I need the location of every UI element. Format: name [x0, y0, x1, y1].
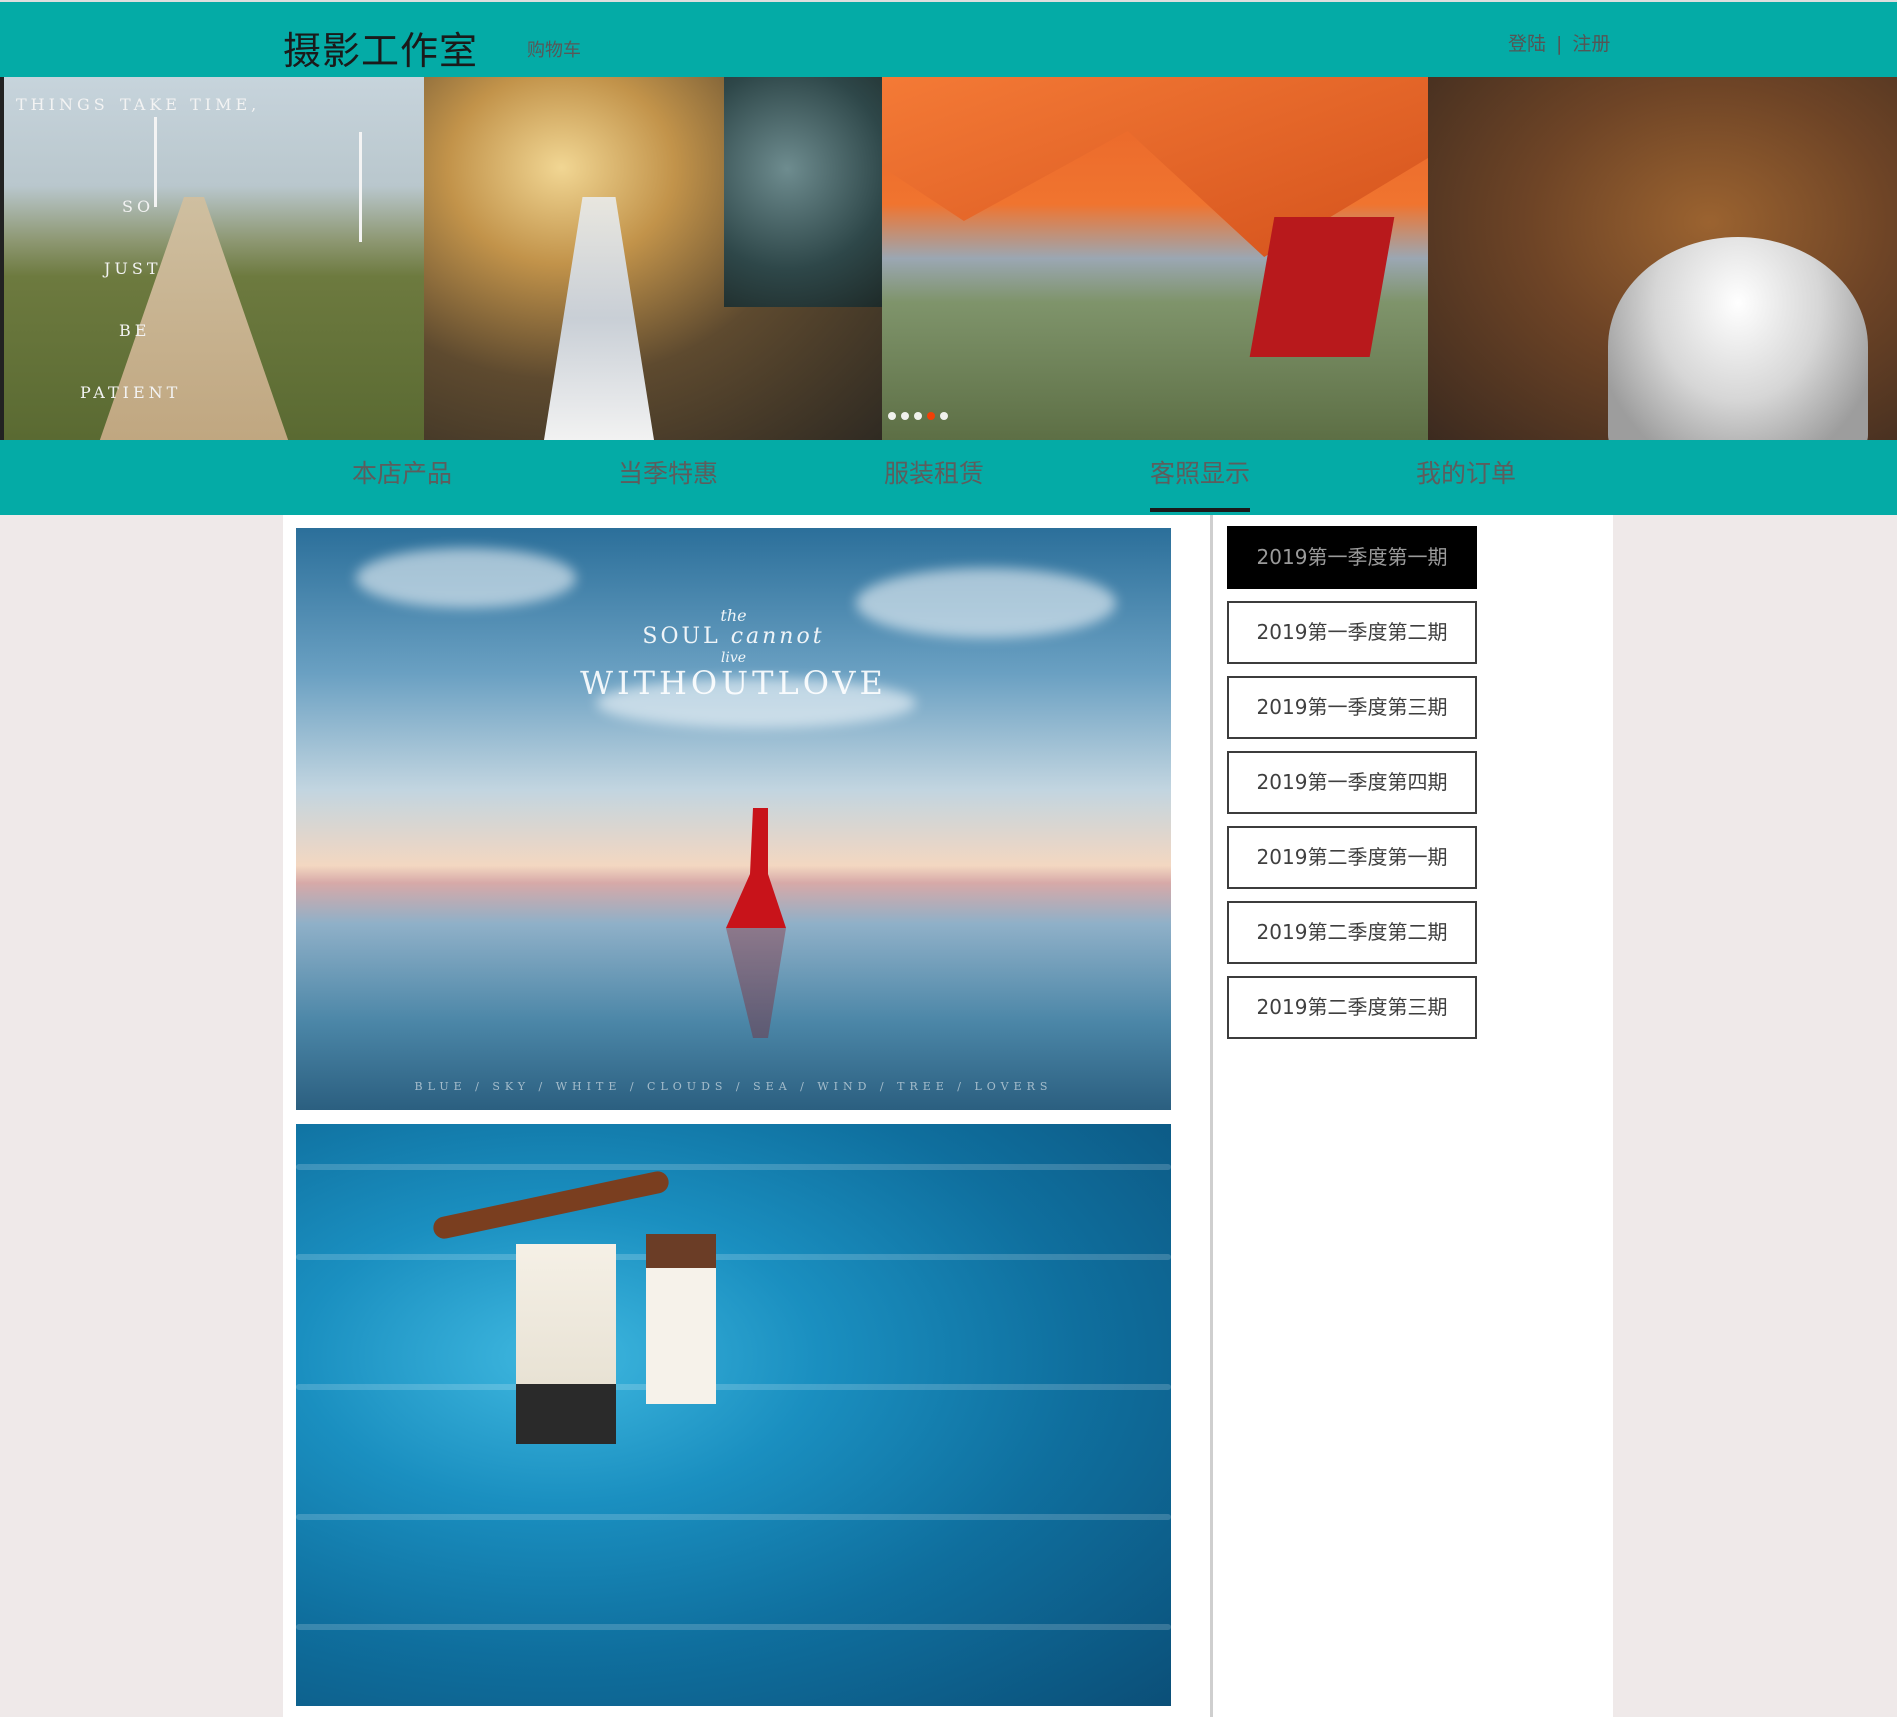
banner-text-line: JUST — [104, 259, 162, 278]
banner-text-line: BE — [119, 321, 151, 340]
gown-shape — [1608, 237, 1868, 440]
banner-slide-white-gown — [1428, 77, 1897, 440]
dress-shape — [544, 197, 654, 440]
cart-link[interactable]: 购物车 — [527, 36, 581, 62]
carousel-dots — [888, 412, 948, 420]
banner-slide-orange-tent — [882, 77, 1428, 440]
photo-caption-soul: SOUL — [642, 624, 721, 649]
wave-shape — [296, 1254, 1171, 1260]
couple-silhouette — [726, 808, 786, 928]
issue-item[interactable]: 2019第一季度第一期 — [1227, 526, 1477, 589]
wave-shape — [296, 1624, 1171, 1630]
wave-shape — [296, 1164, 1171, 1170]
banner-slide-couple-road: THINGS TAKE TIME, SO JUST BE PATIENT — [4, 77, 424, 440]
nav-item-seasonal-deals[interactable]: 当季特惠 — [618, 454, 718, 490]
issue-item[interactable]: 2019第一季度第四期 — [1227, 751, 1477, 814]
issue-item[interactable]: 2019第二季度第三期 — [1227, 976, 1477, 1039]
photo-footer-caption: BLUE / SKY / WHITE / CLOUDS / SEA / WIND… — [414, 1080, 1053, 1093]
banner-text-line: THINGS — [16, 95, 109, 114]
login-link[interactable]: 登陆 — [1508, 33, 1546, 55]
issue-item[interactable]: 2019第二季度第二期 — [1227, 901, 1477, 964]
content-area: the SOUL cannot live WITHOUTLOVE BLUE / … — [283, 515, 1613, 1717]
man-figure — [516, 1244, 616, 1444]
site-header: 摄影工作室 购物车 登陆 | 注册 — [0, 0, 1897, 77]
nav-item-costume-rental[interactable]: 服装租赁 — [884, 454, 984, 490]
carousel-dot[interactable] — [888, 412, 896, 420]
cloud-shape — [356, 548, 576, 608]
issue-item[interactable]: 2019第一季度第二期 — [1227, 601, 1477, 664]
banner-slide-dyed-cloth — [424, 77, 882, 440]
carousel-dot[interactable] — [940, 412, 948, 420]
client-photo-sky-lake[interactable]: the SOUL cannot live WITHOUTLOVE BLUE / … — [296, 528, 1171, 1110]
nav-item-products[interactable]: 本店产品 — [352, 454, 452, 490]
column-divider — [1210, 515, 1213, 1717]
auth-separator: | — [1556, 33, 1563, 55]
carousel-dot[interactable] — [927, 412, 935, 420]
issue-item[interactable]: 2019第二季度第一期 — [1227, 826, 1477, 889]
photo-caption-big: WITHOUTLOVE — [580, 664, 887, 702]
banner-text-line: TAKE TIME, — [120, 95, 261, 114]
wind-turbine — [154, 117, 157, 207]
register-link[interactable]: 注册 — [1572, 33, 1610, 55]
fruit-tray-shape — [431, 1169, 671, 1241]
auth-links: 登陆 | 注册 — [1508, 29, 1610, 56]
carousel-dot[interactable] — [901, 412, 909, 420]
banner-carousel[interactable]: THINGS TAKE TIME, SO JUST BE PATIENT — [0, 77, 1897, 440]
wave-shape — [296, 1384, 1171, 1390]
wind-turbine — [359, 132, 362, 242]
banner-text-line: PATIENT — [80, 383, 182, 402]
road-shape — [94, 197, 294, 440]
banner-text-line: SO — [122, 197, 155, 216]
issue-item[interactable]: 2019第一季度第三期 — [1227, 676, 1477, 739]
client-photo-pool[interactable] — [296, 1124, 1171, 1706]
photo-caption-script: cannot — [730, 624, 825, 649]
nav-item-my-orders[interactable]: 我的订单 — [1416, 454, 1516, 490]
nav-item-client-photos[interactable]: 客照显示 — [1150, 454, 1251, 512]
wave-shape — [296, 1514, 1171, 1520]
dyed-cloth-shape — [724, 77, 882, 307]
photo-caption-mid: SOUL cannot — [296, 624, 1171, 649]
photo-caption-small: the — [720, 606, 747, 625]
site-logo[interactable]: 摄影工作室 — [283, 20, 478, 75]
carousel-dot[interactable] — [914, 412, 922, 420]
issue-list: 2019第一季度第一期 2019第一季度第二期 2019第一季度第三期 2019… — [1227, 526, 1477, 1051]
couple-reflection — [726, 928, 786, 1038]
chair-shape — [1249, 217, 1395, 357]
main-nav: 本店产品 当季特惠 服装租赁 客照显示 我的订单 — [0, 440, 1897, 515]
woman-figure — [646, 1234, 716, 1404]
